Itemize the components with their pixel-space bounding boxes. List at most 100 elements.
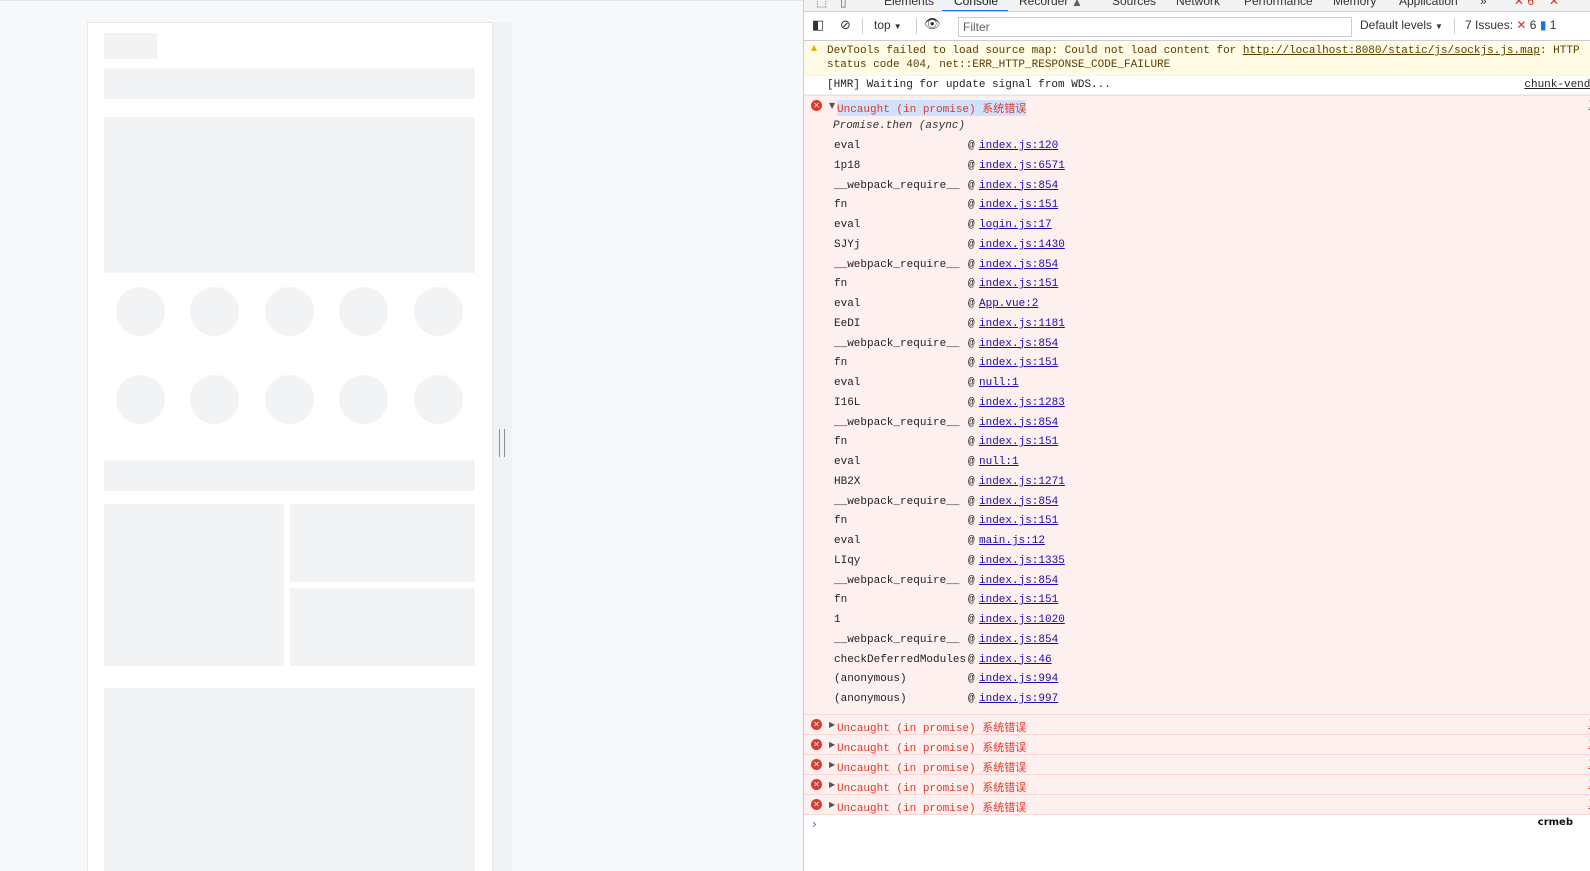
- expand-triangle-icon[interactable]: ▶: [829, 720, 835, 729]
- stack-frame-source-link[interactable]: index.js:151: [979, 278, 1058, 290]
- console-error-row[interactable]: ✕▶Uncaught (in promise) 系统错误I: [804, 715, 1590, 735]
- stack-frame-source-link[interactable]: index.js:151: [979, 515, 1058, 527]
- stack-frame-source-link[interactable]: index.js:1020: [979, 614, 1065, 626]
- stack-frame-source-link[interactable]: index.js:151: [979, 594, 1058, 606]
- stack-frame-at: @: [968, 475, 975, 488]
- stack-frame: fn @ index.js:151: [834, 357, 1434, 377]
- stack-frame-source-link[interactable]: index.js:120: [979, 140, 1058, 152]
- sidebar-toggle-icon[interactable]: ◧: [812, 17, 824, 33]
- stack-frame-source-link[interactable]: index.js:854: [979, 259, 1058, 271]
- stack-frame-source-link[interactable]: index.js:854: [979, 417, 1058, 429]
- console-error-row[interactable]: ✕▶Uncaught (in promise) 系统错误I: [804, 775, 1590, 796]
- sourcemap-url-link[interactable]: http://localhost:8080/static/js/sockjs.j…: [1243, 45, 1540, 57]
- device-toolbar-icon[interactable]: ▯: [840, 0, 847, 9]
- stack-frame-source-link[interactable]: null:1: [979, 456, 1019, 468]
- stack-frame-at: @: [968, 377, 975, 389]
- more-tabs-button[interactable]: »: [1480, 0, 1487, 8]
- console-messages: ▲ DevTools failed to load source map: Co…: [804, 41, 1590, 871]
- stack-frame: __webpack_require__ @ index.js:854: [834, 634, 1434, 654]
- error-message[interactable]: Uncaught (in promise) 系统错误: [837, 779, 1026, 795]
- device-resize-handle[interactable]: [499, 429, 505, 457]
- stack-frame-source-link[interactable]: null:1: [979, 377, 1019, 389]
- skeleton-nav-icon: [414, 375, 463, 424]
- stack-frame: __webpack_require__ @ index.js:854: [834, 417, 1434, 437]
- console-error-row[interactable]: ✕▶Uncaught (in promise) 系统错误I: [804, 755, 1590, 776]
- tab-sources[interactable]: Sources: [1112, 0, 1156, 8]
- stack-frame: (anonymous) @ index.js:997: [834, 693, 1434, 713]
- clear-console-icon[interactable]: ⊘: [840, 17, 851, 33]
- stack-frame: 1 @ index.js:1020: [834, 614, 1434, 634]
- console-prompt-icon[interactable]: ›: [812, 817, 817, 831]
- stack-frame-source-link[interactable]: index.js:854: [979, 634, 1058, 646]
- stack-frame-source-link[interactable]: index.js:151: [979, 199, 1058, 211]
- stack-frame-source-link[interactable]: index.js:997: [979, 693, 1058, 705]
- error-circle-icon: ✕: [811, 719, 822, 730]
- expand-triangle-icon[interactable]: ▶: [829, 760, 835, 769]
- skeleton-nav-icon: [339, 287, 388, 336]
- error-message[interactable]: Uncaught (in promise) 系统错误: [837, 100, 1027, 116]
- stack-frame-at: @: [968, 436, 975, 449]
- expand-triangle-icon[interactable]: ▶: [829, 740, 835, 749]
- stack-frame: (anonymous) @ index.js:994: [834, 673, 1434, 693]
- stack-frame-source-link[interactable]: index.js:46: [979, 654, 1052, 666]
- stack-frame-source-link[interactable]: index.js:1335: [979, 555, 1065, 567]
- console-error-row[interactable]: ✕▶Uncaught (in promise) 系统错误I: [804, 735, 1590, 756]
- stack-frame-source-link[interactable]: index.js:6571: [979, 160, 1065, 172]
- error-count-badge[interactable]: ✕ 6: [1514, 0, 1534, 8]
- stack-frame-at: @: [968, 653, 975, 666]
- stack-frame-at: @: [968, 574, 975, 587]
- stack-frame-source-link[interactable]: login.js:17: [979, 219, 1052, 231]
- context-selector[interactable]: top ▼: [874, 18, 902, 32]
- collapse-triangle-icon[interactable]: ▼: [829, 101, 835, 110]
- stack-frame-function: fn: [834, 436, 848, 449]
- error-message[interactable]: Uncaught (in promise) 系统错误: [837, 739, 1026, 755]
- stack-frame-source-link[interactable]: index.js:854: [979, 180, 1058, 192]
- inspect-element-icon[interactable]: ⬚: [816, 0, 827, 9]
- console-log-row: [HMR] Waiting for update signal from WDS…: [804, 76, 1590, 95]
- console-warning-row: ▲ DevTools failed to load source map: Co…: [804, 41, 1590, 76]
- tab-memory[interactable]: Memory: [1333, 0, 1376, 8]
- error-icon[interactable]: ✕: [1549, 0, 1559, 8]
- error-message[interactable]: Uncaught (in promise) 系统错误: [837, 719, 1026, 735]
- stack-frame-source-link[interactable]: index.js:151: [979, 436, 1058, 448]
- stack-frame-source-link[interactable]: index.js:994: [979, 673, 1058, 685]
- console-error-row[interactable]: ✕▶Uncaught (in promise) 系统错误I: [804, 795, 1590, 816]
- skeleton-logo: [104, 33, 157, 59]
- tab-network[interactable]: Network: [1176, 0, 1220, 8]
- stack-frame-source-link[interactable]: index.js:1430: [979, 239, 1065, 251]
- tab-application[interactable]: Application: [1399, 0, 1458, 8]
- stack-frame-source-link[interactable]: index.js:854: [979, 575, 1058, 587]
- tab-elements[interactable]: Elements: [884, 0, 934, 8]
- error-message[interactable]: Uncaught (in promise) 系统错误: [837, 799, 1026, 815]
- stack-frame-source-link[interactable]: main.js:12: [979, 535, 1045, 547]
- stack-frame-function: fn: [834, 199, 848, 212]
- stack-frame: __webpack_require__ @ index.js:854: [834, 496, 1434, 516]
- skeleton-card-small: [290, 588, 475, 666]
- warning-suffix: : HTTP: [1539, 45, 1580, 57]
- expand-triangle-icon[interactable]: ▶: [829, 800, 835, 809]
- log-source-link[interactable]: chunk-vendo: [1524, 79, 1590, 91]
- tab-recorder[interactable]: Recorder: [1019, 0, 1068, 8]
- expand-triangle-icon[interactable]: ▶: [829, 780, 835, 789]
- stack-frame-source-link[interactable]: index.js:1271: [979, 476, 1065, 488]
- stack-frame-function: I16L: [834, 396, 861, 409]
- stack-frame-source-link[interactable]: index.js:151: [979, 357, 1058, 369]
- console-filter-input[interactable]: [958, 17, 1352, 37]
- log-levels-dropdown[interactable]: Default levels ▼: [1360, 18, 1443, 32]
- stack-frame-function: __webpack_require__: [834, 337, 960, 350]
- stack-frame-at: @: [968, 495, 975, 508]
- issues-button[interactable]: 7 Issues: ✕ 6 ▮ 1: [1465, 18, 1556, 32]
- stack-frame-source-link[interactable]: index.js:1283: [979, 397, 1065, 409]
- warning-icon: ▲: [811, 44, 818, 55]
- stack-frame-source-link[interactable]: index.js:854: [979, 338, 1058, 350]
- stack-frame-at: @: [968, 258, 975, 271]
- live-expression-eye-icon[interactable]: 👁: [924, 16, 941, 32]
- tab-console[interactable]: Console: [954, 0, 998, 8]
- stack-frame-source-link[interactable]: index.js:1181: [979, 318, 1065, 330]
- stack-frame-source-link[interactable]: index.js:854: [979, 496, 1058, 508]
- stack-frame: __webpack_require__ @ index.js:854: [834, 338, 1434, 358]
- devtools-tabbar: ⬚ ▯ Elements Console Recorder ▲ Sources …: [804, 0, 1590, 12]
- stack-frame-source-link[interactable]: App.vue:2: [979, 298, 1038, 310]
- tab-performance[interactable]: Performance: [1244, 0, 1313, 8]
- error-message[interactable]: Uncaught (in promise) 系统错误: [837, 759, 1026, 775]
